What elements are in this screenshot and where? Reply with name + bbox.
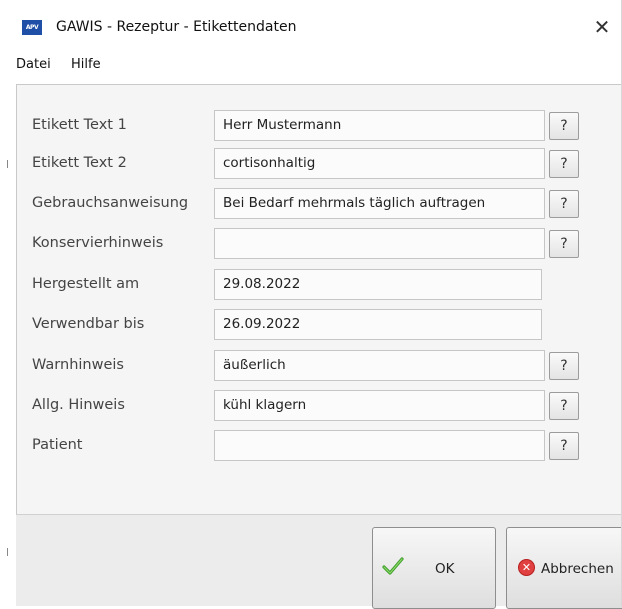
field-row-etikett-text-1: Etikett Text 1 Herr Mustermann ? — [17, 110, 622, 142]
field-row-patient: Patient ? — [17, 430, 622, 462]
warnhinweis-help-button[interactable]: ? — [549, 352, 579, 380]
field-label: Gebrauchsanweisung — [32, 195, 189, 211]
allg-hinweis-help-button[interactable]: ? — [549, 392, 579, 420]
patient-input[interactable] — [214, 430, 545, 461]
verwendbar-bis-input[interactable]: 26.09.2022 — [214, 309, 542, 340]
field-label: Etikett Text 2 — [32, 155, 127, 171]
field-label: Konservierhinweis — [32, 235, 164, 251]
close-button[interactable]: ✕ — [582, 9, 622, 45]
cancel-button-label: Abbrechen — [541, 561, 614, 577]
cancel-button[interactable]: ✕ Abbrechen — [506, 527, 622, 609]
field-row-warnhinweis: Warnhinweis äußerlich ? — [17, 350, 622, 382]
field-label: Verwendbar bis — [32, 316, 145, 332]
app-logo-icon: APV — [22, 20, 42, 35]
field-row-hergestellt-am: Hergestellt am 29.08.2022 — [17, 269, 622, 301]
field-row-verwendbar-bis: Verwendbar bis 26.09.2022 — [17, 309, 622, 341]
hergestellt-am-input[interactable]: 29.08.2022 — [214, 269, 542, 300]
gebrauchsanweisung-input[interactable]: Bei Bedarf mehrmals täglich auftragen — [214, 188, 545, 219]
field-label: Hergestellt am — [32, 276, 140, 292]
field-label: Allg. Hinweis — [32, 397, 125, 413]
field-label: Patient — [32, 437, 83, 453]
etikett-text-1-input[interactable]: Herr Mustermann — [214, 110, 545, 141]
warnhinweis-input[interactable]: äußerlich — [214, 350, 545, 381]
field-row-allg-hinweis: Allg. Hinweis kühl klagern ? — [17, 390, 622, 422]
konservierhinweis-help-button[interactable]: ? — [549, 230, 579, 258]
cancel-icon: ✕ — [518, 559, 535, 576]
window-left-edge — [0, 0, 8, 606]
field-row-konservierhinweis: Konservierhinweis ? — [17, 228, 622, 260]
etikett-text-2-input[interactable]: cortisonhaltig — [214, 148, 545, 179]
etikett-text-2-help-button[interactable]: ? — [549, 150, 579, 178]
window-title: GAWIS - Rezeptur - Etikettendaten — [56, 19, 297, 35]
edge-tick — [7, 160, 8, 168]
konservierhinweis-input[interactable] — [214, 228, 545, 259]
button-bar: OK ✕ Abbrechen — [16, 514, 622, 609]
menu-item-hilfe[interactable]: Hilfe — [71, 55, 101, 75]
ok-button-label: OK — [435, 561, 455, 577]
menu-item-datei[interactable]: Datei — [16, 55, 51, 75]
allg-hinweis-input[interactable]: kühl klagern — [214, 390, 545, 421]
title-bar: APV GAWIS - Rezeptur - Etikettendaten ✕ — [8, 5, 622, 49]
ok-button[interactable]: OK — [372, 527, 496, 609]
edge-tick — [7, 548, 8, 556]
field-row-gebrauchsanweisung: Gebrauchsanweisung Bei Bedarf mehrmals t… — [17, 188, 622, 220]
form-panel: Etikett Text 1 Herr Mustermann ? Etikett… — [16, 84, 622, 514]
patient-help-button[interactable]: ? — [549, 432, 579, 460]
field-label: Warnhinweis — [32, 357, 124, 373]
gebrauchsanweisung-help-button[interactable]: ? — [549, 190, 579, 218]
field-row-etikett-text-2: Etikett Text 2 cortisonhaltig ? — [17, 148, 622, 180]
etikett-text-1-help-button[interactable]: ? — [549, 112, 579, 140]
field-label: Etikett Text 1 — [32, 117, 127, 133]
menu-bar: Datei Hilfe — [8, 49, 622, 81]
check-icon — [382, 557, 404, 575]
